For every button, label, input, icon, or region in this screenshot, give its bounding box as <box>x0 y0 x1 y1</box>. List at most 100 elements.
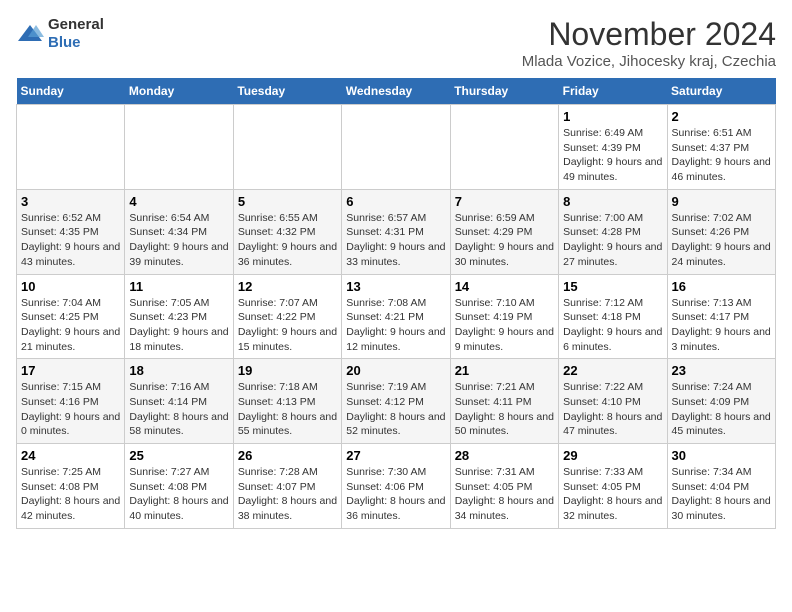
day-number: 16 <box>672 279 771 294</box>
day-info: Sunrise: 7:30 AM Sunset: 4:06 PM Dayligh… <box>346 465 445 524</box>
day-info: Sunrise: 7:15 AM Sunset: 4:16 PM Dayligh… <box>21 380 120 439</box>
day-number: 14 <box>455 279 554 294</box>
calendar-cell <box>17 105 125 190</box>
day-info: Sunrise: 7:04 AM Sunset: 4:25 PM Dayligh… <box>21 296 120 355</box>
col-header-saturday: Saturday <box>667 78 775 105</box>
day-info: Sunrise: 7:00 AM Sunset: 4:28 PM Dayligh… <box>563 211 662 270</box>
calendar-cell: 16 Sunrise: 7:13 AM Sunset: 4:17 PM Dayli… <box>667 274 775 359</box>
calendar-cell: 21 Sunrise: 7:21 AM Sunset: 4:11 PM Dayli… <box>450 359 558 444</box>
calendar-cell: 29Sunrise: 7:33 AM Sunset: 4:05 PM Dayli… <box>559 444 667 529</box>
day-info: Sunrise: 6:54 AM Sunset: 4:34 PM Dayligh… <box>129 211 228 270</box>
calendar-cell: 2 Sunrise: 6:51 AM Sunset: 4:37 PM Daylig… <box>667 105 775 190</box>
calendar-cell: 15Sunrise: 7:12 AM Sunset: 4:18 PM Dayli… <box>559 274 667 359</box>
day-number: 3 <box>21 194 120 209</box>
calendar-cell: 9 Sunrise: 7:02 AM Sunset: 4:26 PM Daylig… <box>667 189 775 274</box>
day-info: Sunrise: 7:24 AM Sunset: 4:09 PM Dayligh… <box>672 380 771 439</box>
calendar-cell: 30 Sunrise: 7:34 AM Sunset: 4:04 PM Dayli… <box>667 444 775 529</box>
calendar-cell: 8Sunrise: 7:00 AM Sunset: 4:28 PM Daylig… <box>559 189 667 274</box>
day-info: Sunrise: 7:19 AM Sunset: 4:12 PM Dayligh… <box>346 380 445 439</box>
calendar-week-row: 3 Sunrise: 6:52 AM Sunset: 4:35 PM Daylig… <box>17 189 776 274</box>
day-number: 6 <box>346 194 445 209</box>
calendar-table: SundayMondayTuesdayWednesdayThursdayFrid… <box>16 78 776 529</box>
day-info: Sunrise: 7:34 AM Sunset: 4:04 PM Dayligh… <box>672 465 771 524</box>
col-header-monday: Monday <box>125 78 233 105</box>
calendar-cell: 20 Sunrise: 7:19 AM Sunset: 4:12 PM Dayli… <box>342 359 450 444</box>
day-info: Sunrise: 7:07 AM Sunset: 4:22 PM Dayligh… <box>238 296 337 355</box>
calendar-cell: 23 Sunrise: 7:24 AM Sunset: 4:09 PM Dayli… <box>667 359 775 444</box>
subtitle: Mlada Vozice, Jihocesky kraj, Czechia <box>522 53 776 70</box>
calendar-cell: 18 Sunrise: 7:16 AM Sunset: 4:14 PM Dayli… <box>125 359 233 444</box>
day-info: Sunrise: 7:27 AM Sunset: 4:08 PM Dayligh… <box>129 465 228 524</box>
calendar-cell <box>233 105 341 190</box>
logo-blue: Blue <box>48 34 81 51</box>
calendar-cell: 14 Sunrise: 7:10 AM Sunset: 4:19 PM Dayli… <box>450 274 558 359</box>
calendar-cell: 22 Sunrise: 7:22 AM Sunset: 4:10 PM Dayli… <box>559 359 667 444</box>
calendar-cell <box>342 105 450 190</box>
day-number: 27 <box>346 448 445 463</box>
day-number: 15 <box>563 279 662 294</box>
day-number: 28 <box>455 448 554 463</box>
day-info: Sunrise: 7:18 AM Sunset: 4:13 PM Dayligh… <box>238 380 337 439</box>
day-info: Sunrise: 6:55 AM Sunset: 4:32 PM Dayligh… <box>238 211 337 270</box>
day-number: 20 <box>346 363 445 378</box>
day-info: Sunrise: 6:59 AM Sunset: 4:29 PM Dayligh… <box>455 211 554 270</box>
day-info: Sunrise: 7:10 AM Sunset: 4:19 PM Dayligh… <box>455 296 554 355</box>
calendar-week-row: 24 Sunrise: 7:25 AM Sunset: 4:08 PM Dayli… <box>17 444 776 529</box>
day-info: Sunrise: 7:16 AM Sunset: 4:14 PM Dayligh… <box>129 380 228 439</box>
calendar-cell: 12Sunrise: 7:07 AM Sunset: 4:22 PM Dayli… <box>233 274 341 359</box>
calendar-cell: 11 Sunrise: 7:05 AM Sunset: 4:23 PM Dayli… <box>125 274 233 359</box>
calendar-cell: 4 Sunrise: 6:54 AM Sunset: 4:34 PM Daylig… <box>125 189 233 274</box>
day-info: Sunrise: 7:02 AM Sunset: 4:26 PM Dayligh… <box>672 211 771 270</box>
day-number: 10 <box>21 279 120 294</box>
day-number: 4 <box>129 194 228 209</box>
calendar-cell <box>450 105 558 190</box>
day-number: 2 <box>672 109 771 124</box>
calendar-cell: 10 Sunrise: 7:04 AM Sunset: 4:25 PM Dayli… <box>17 274 125 359</box>
calendar-cell: 19Sunrise: 7:18 AM Sunset: 4:13 PM Dayli… <box>233 359 341 444</box>
day-number: 13 <box>346 279 445 294</box>
col-header-tuesday: Tuesday <box>233 78 341 105</box>
day-number: 18 <box>129 363 228 378</box>
day-number: 29 <box>563 448 662 463</box>
calendar-cell: 1 Sunrise: 6:49 AM Sunset: 4:39 PM Daylig… <box>559 105 667 190</box>
day-info: Sunrise: 7:31 AM Sunset: 4:05 PM Dayligh… <box>455 465 554 524</box>
calendar-cell: 25Sunrise: 7:27 AM Sunset: 4:08 PM Dayli… <box>125 444 233 529</box>
day-info: Sunrise: 7:21 AM Sunset: 4:11 PM Dayligh… <box>455 380 554 439</box>
day-number: 21 <box>455 363 554 378</box>
col-header-thursday: Thursday <box>450 78 558 105</box>
day-info: Sunrise: 7:05 AM Sunset: 4:23 PM Dayligh… <box>129 296 228 355</box>
calendar-cell <box>125 105 233 190</box>
day-info: Sunrise: 6:49 AM Sunset: 4:39 PM Dayligh… <box>563 126 662 185</box>
day-number: 5 <box>238 194 337 209</box>
day-number: 9 <box>672 194 771 209</box>
col-header-wednesday: Wednesday <box>342 78 450 105</box>
calendar-cell: 26 Sunrise: 7:28 AM Sunset: 4:07 PM Dayli… <box>233 444 341 529</box>
day-info: Sunrise: 7:25 AM Sunset: 4:08 PM Dayligh… <box>21 465 120 524</box>
day-info: Sunrise: 7:13 AM Sunset: 4:17 PM Dayligh… <box>672 296 771 355</box>
day-number: 23 <box>672 363 771 378</box>
day-info: Sunrise: 6:52 AM Sunset: 4:35 PM Dayligh… <box>21 211 120 270</box>
logo-general: General <box>48 16 104 33</box>
day-number: 26 <box>238 448 337 463</box>
calendar-cell: 7 Sunrise: 6:59 AM Sunset: 4:29 PM Daylig… <box>450 189 558 274</box>
day-number: 22 <box>563 363 662 378</box>
day-number: 11 <box>129 279 228 294</box>
day-number: 1 <box>563 109 662 124</box>
calendar-week-row: 10 Sunrise: 7:04 AM Sunset: 4:25 PM Dayli… <box>17 274 776 359</box>
calendar-cell: 13Sunrise: 7:08 AM Sunset: 4:21 PM Dayli… <box>342 274 450 359</box>
day-info: Sunrise: 6:57 AM Sunset: 4:31 PM Dayligh… <box>346 211 445 270</box>
calendar-cell: 28 Sunrise: 7:31 AM Sunset: 4:05 PM Dayli… <box>450 444 558 529</box>
calendar-cell: 24 Sunrise: 7:25 AM Sunset: 4:08 PM Dayli… <box>17 444 125 529</box>
day-number: 17 <box>21 363 120 378</box>
logo: General Blue <box>16 16 104 52</box>
day-info: Sunrise: 7:28 AM Sunset: 4:07 PM Dayligh… <box>238 465 337 524</box>
day-info: Sunrise: 7:22 AM Sunset: 4:10 PM Dayligh… <box>563 380 662 439</box>
day-info: Sunrise: 6:51 AM Sunset: 4:37 PM Dayligh… <box>672 126 771 185</box>
calendar-week-row: 1 Sunrise: 6:49 AM Sunset: 4:39 PM Daylig… <box>17 105 776 190</box>
calendar-cell: 3 Sunrise: 6:52 AM Sunset: 4:35 PM Daylig… <box>17 189 125 274</box>
day-number: 24 <box>21 448 120 463</box>
day-number: 7 <box>455 194 554 209</box>
calendar-cell: 27 Sunrise: 7:30 AM Sunset: 4:06 PM Dayli… <box>342 444 450 529</box>
day-number: 30 <box>672 448 771 463</box>
col-header-sunday: Sunday <box>17 78 125 105</box>
